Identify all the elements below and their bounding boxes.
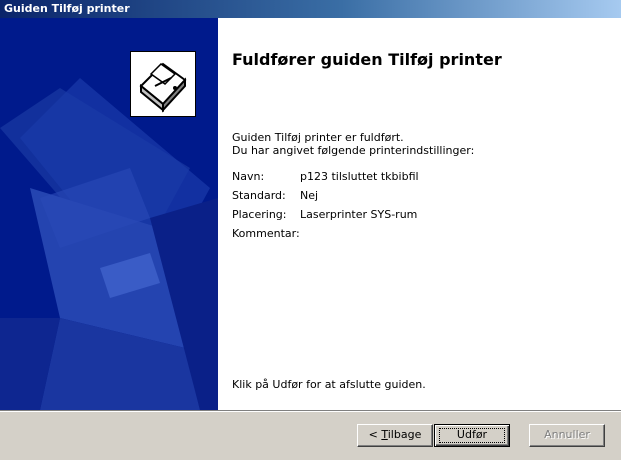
setting-label: Navn: <box>232 170 265 183</box>
cancel-button-label: Annuller <box>544 428 590 441</box>
setting-label: Kommentar: <box>232 227 300 240</box>
intro-text: Guiden Tilføj printer er fuldført. Du ha… <box>232 131 474 157</box>
button-area-divider <box>0 410 621 412</box>
focus-rectangle <box>439 428 505 443</box>
intro-line-2: Du har angivet følgende printerindstilli… <box>232 144 475 157</box>
printer-settings-list: Navn: p123 tilsluttet tkbibfil Standard: N… <box>232 170 419 246</box>
finish-instruction: Klik på Udfør for at afslutte guiden. <box>232 378 426 391</box>
back-button[interactable]: < Tilbage <box>357 424 433 447</box>
wizard-side-banner <box>0 18 218 410</box>
page-title: Fuldfører guiden Tilføj printer <box>232 50 502 69</box>
setting-row-location: Placering: Laserprinter SYS-rum <box>232 208 419 227</box>
finish-button[interactable]: Udfør <box>434 424 510 447</box>
setting-value: Nej <box>300 189 319 202</box>
window-title: Guiden Tilføj printer <box>4 2 130 15</box>
wizard-main-panel: Fuldfører guiden Tilføj printer Guiden T… <box>218 18 621 410</box>
setting-value: p123 tilsluttet tkbibfil <box>300 170 419 183</box>
title-bar: Guiden Tilføj printer <box>0 0 621 18</box>
printer-icon <box>130 51 196 117</box>
setting-row-default: Standard: Nej <box>232 189 419 208</box>
cancel-button[interactable]: Annuller <box>529 424 605 447</box>
back-button-rest: ilbage <box>387 428 422 441</box>
setting-row-name: Navn: p123 tilsluttet tkbibfil <box>232 170 419 189</box>
wizard-content: Fuldfører guiden Tilføj printer Guiden T… <box>0 18 621 410</box>
setting-label: Standard: <box>232 189 286 202</box>
intro-line-1: Guiden Tilføj printer er fuldført. <box>232 131 404 144</box>
setting-label: Placering: <box>232 208 287 221</box>
wizard-window: Guiden Tilføj printer Fuldfører guiden T… <box>0 0 621 460</box>
back-button-prefix: < <box>368 428 382 441</box>
setting-row-comment: Kommentar: <box>232 227 419 246</box>
setting-value: Laserprinter SYS-rum <box>300 208 418 221</box>
